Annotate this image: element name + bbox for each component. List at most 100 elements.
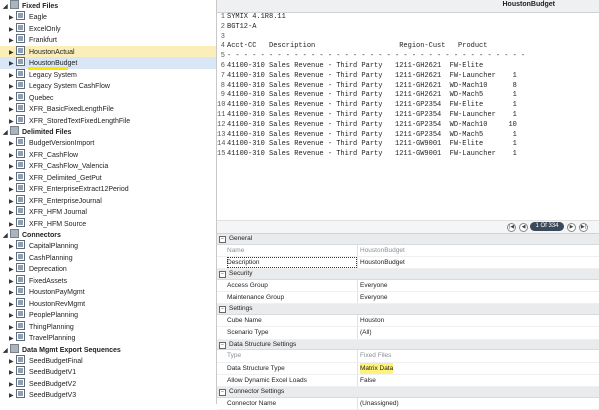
line-number: 15 xyxy=(217,150,226,159)
property-row[interactable]: Access Group Everyone xyxy=(217,279,599,293)
tree-panel: ◢ Fixed Files ▶ Eagle ▶ ExcelOnly ▶ Frankfurt ▶ H… xyxy=(0,0,217,404)
data-source-icon xyxy=(16,217,25,227)
tree-item[interactable]: ▶ SeedBudgetFinal xyxy=(0,354,216,367)
tree-item-label: Legacy System CashFlow xyxy=(29,83,110,90)
tree-item[interactable]: ▶ Eagle xyxy=(0,11,216,23)
tree-item[interactable]: ▶ Legacy System CashFlow xyxy=(0,80,216,92)
tree-item-label: CashPlanning xyxy=(29,254,73,262)
property-name: Allow Dynamic Excel Loads xyxy=(227,376,307,384)
property-value[interactable]: HoustonBudget xyxy=(360,257,405,268)
detail-header: HoustonBudget xyxy=(217,0,599,13)
tree-item-label: TravelPlanning xyxy=(29,335,76,342)
tree-item[interactable]: ▶ Deprecation xyxy=(0,263,216,275)
property-section[interactable]: − Security xyxy=(217,269,599,280)
collapse-icon[interactable]: − xyxy=(219,306,226,314)
tree-item[interactable]: ▶ CapitalPlanning xyxy=(0,240,216,252)
next-page-icon[interactable]: ▶ xyxy=(567,223,576,232)
tree-group-label: Delimited Files xyxy=(22,129,72,136)
tree-item[interactable]: ▶ TravelPlanning xyxy=(0,332,216,344)
line-number: 7 xyxy=(220,71,225,80)
code-line: 9 41100-310 Sales Revenue - Third Party 1… xyxy=(217,91,599,101)
data-source-icon xyxy=(16,389,25,398)
property-row[interactable]: Maintenance Group Everyone xyxy=(217,292,599,305)
collapse-icon[interactable]: − xyxy=(219,271,226,279)
file-preview[interactable]: 1 SYMIX 4.1R8.11 2 BGT12-A 3 4 Acct-CC Descrip… xyxy=(217,13,599,219)
tree-item[interactable]: ▶ XFR_HFM Journal xyxy=(0,206,216,218)
data-source-icon xyxy=(16,297,25,307)
line-text: Acct-CC Description Region-Cust Product xyxy=(227,42,488,51)
tree-item[interactable]: ▶ XFR_StoredTextFixedLengthFile xyxy=(0,114,216,127)
property-value[interactable]: Houston xyxy=(360,315,384,326)
property-row[interactable]: Type Fixed Files xyxy=(217,350,599,363)
tree-item-label: XFR_Delimited_GetPut xyxy=(29,174,102,182)
code-line: 1 SYMIX 4.1R8.11 xyxy=(217,13,599,23)
property-row[interactable]: Description HoustonBudget xyxy=(217,256,599,270)
tree-item[interactable]: ▶ ThingPlanning xyxy=(0,320,216,333)
tree-item[interactable]: ▶ Frankfurt xyxy=(0,34,216,46)
property-value[interactable]: Matrix Data xyxy=(360,362,394,374)
folder-icon xyxy=(10,229,19,238)
property-row[interactable]: Data Structure Type Matrix Data xyxy=(217,362,599,375)
data-source-icon xyxy=(16,194,25,204)
tree-item[interactable]: ▶ SeedBudgetV1 xyxy=(0,366,216,378)
data-source-icon xyxy=(16,206,25,215)
first-page-icon[interactable]: |◀ xyxy=(507,223,516,232)
tree-item[interactable]: ▶ XFR_CashFlow xyxy=(0,148,216,161)
tree-item[interactable]: ▶ PeoplePlanning xyxy=(0,309,216,321)
property-value[interactable]: Everyone xyxy=(360,280,387,291)
line-number: 12 xyxy=(217,120,226,129)
property-value[interactable]: Fixed Files xyxy=(360,350,391,361)
tree-item[interactable]: ▶ XFR_Delimited_GetPut xyxy=(0,171,216,184)
highlight-mark xyxy=(28,67,68,70)
property-name: Access Group xyxy=(227,281,268,289)
expand-icon[interactable]: ▶ xyxy=(9,391,16,403)
column-divider xyxy=(357,350,358,362)
tree-item[interactable]: ▶ Legacy System xyxy=(0,68,216,81)
line-number: 8 xyxy=(220,81,225,90)
tree-group[interactable]: ◢ Delimited Files xyxy=(0,126,216,137)
property-value[interactable]: (All) xyxy=(360,327,372,338)
line-number: 10 xyxy=(217,101,226,110)
tree-item[interactable]: ▶ XFR_EnterpriseJournal xyxy=(0,194,216,207)
collapse-icon[interactable]: − xyxy=(219,236,226,243)
property-row[interactable]: Cube Name Houston xyxy=(217,315,599,328)
tree-group[interactable]: ◢ Fixed Files xyxy=(0,0,216,11)
tree-item[interactable]: ▶ XFR_HFM Source xyxy=(0,217,216,230)
property-row[interactable]: Name HoustonBudget xyxy=(217,244,599,257)
line-number: 3 xyxy=(220,32,225,41)
property-value[interactable]: (Unassigned) xyxy=(360,398,399,409)
last-page-icon[interactable]: ▶| xyxy=(579,223,588,232)
tree-group[interactable]: ◢ Data Mgmt Export Sequences xyxy=(0,343,216,355)
tree-item[interactable]: ▶ BudgetVersionImport xyxy=(0,137,216,149)
tree-item-label: XFR_HFM Source xyxy=(29,220,87,228)
collapse-icon[interactable]: − xyxy=(219,341,226,349)
property-value[interactable]: HoustonBudget xyxy=(360,245,405,256)
property-section[interactable]: − Data Structure Settings xyxy=(217,339,599,351)
tree-item[interactable]: ▶ SeedBudgetV2 xyxy=(0,377,216,390)
tree-item[interactable]: ▶ XFR_EnterpriseExtract12Period xyxy=(0,183,216,195)
tree-item[interactable]: ▶ SeedBudgetV3 xyxy=(0,389,216,401)
data-source-icon xyxy=(16,263,25,272)
prev-page-icon[interactable]: ◀ xyxy=(519,223,528,232)
property-row[interactable]: Allow Dynamic Excel Loads False xyxy=(217,374,599,387)
tree-item[interactable]: ▶ CashPlanning xyxy=(0,251,216,264)
data-source-icon xyxy=(16,114,25,124)
tree-item[interactable]: ▶ XFR_BasicFixedLengthFile xyxy=(0,103,216,115)
tree-item[interactable]: ▶ HoustonPayMgmt xyxy=(0,286,216,298)
property-value[interactable]: False xyxy=(360,375,376,386)
property-section[interactable]: − General xyxy=(217,234,599,245)
collapse-icon[interactable]: − xyxy=(219,388,226,396)
property-value[interactable]: Everyone xyxy=(360,292,387,303)
tree-item[interactable]: ▶ Quebec xyxy=(0,91,216,104)
tree-item[interactable]: ▶ HoustonActual xyxy=(0,45,216,57)
property-section[interactable]: − Connector Settings xyxy=(217,386,599,398)
tree-item[interactable]: ▶ XFR_CashFlow_Valencia xyxy=(0,160,216,172)
tree-item-label: SeedBudgetFinal xyxy=(29,357,83,365)
property-row[interactable]: Scenario Type (All) xyxy=(217,327,599,340)
tree-item[interactable]: ▶ FixedAssets xyxy=(0,274,216,287)
property-name: Cube Name xyxy=(227,317,262,325)
property-section[interactable]: − Settings xyxy=(217,304,599,316)
tree-item[interactable]: ▶ ExcelOnly xyxy=(0,22,216,35)
tree-group[interactable]: ◢ Connectors xyxy=(0,229,216,240)
tree-item[interactable]: ▶ HoustonRevMgmt xyxy=(0,297,216,310)
